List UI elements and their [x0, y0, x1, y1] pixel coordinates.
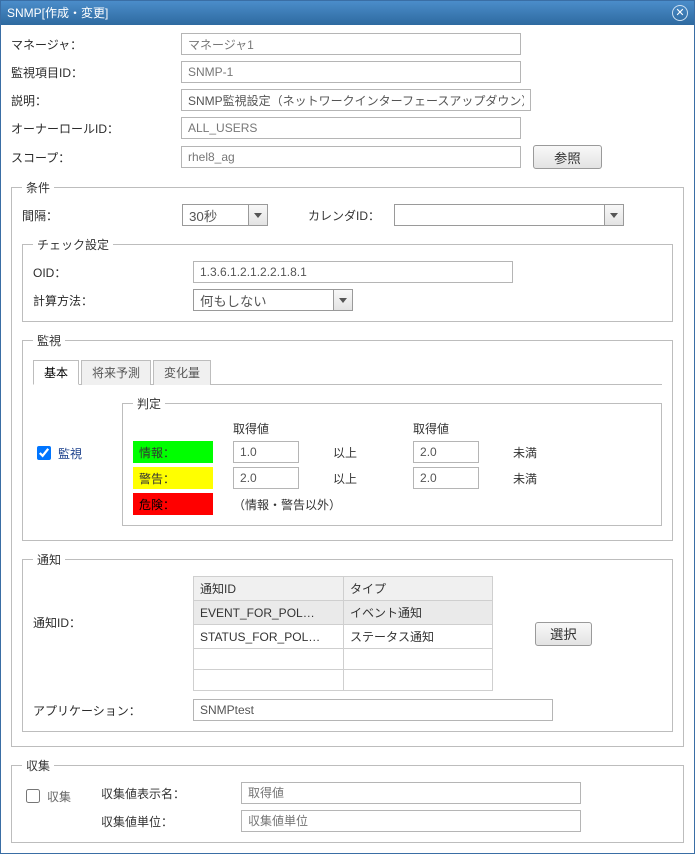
scope-field	[181, 146, 521, 168]
table-row[interactable]: STATUS_FOR_POL… ステータス通知	[194, 625, 493, 649]
interval-select[interactable]	[182, 204, 268, 226]
owner-role-field	[181, 117, 521, 139]
judge-legend: 判定	[133, 395, 165, 412]
table-row[interactable]	[194, 649, 493, 670]
conditions-legend: 条件	[22, 179, 54, 196]
calc-method-value[interactable]	[193, 289, 333, 311]
info-low-suffix: 以上	[333, 444, 393, 461]
snmp-dialog: SNMP[作成・変更] ✕ マネージャ： 監視項目ID： 説明： オーナーロール…	[0, 0, 695, 854]
warn-low-suffix: 以上	[333, 470, 393, 487]
danger-note: （情報・警告以外）	[233, 496, 573, 513]
warn-low-field[interactable]	[233, 467, 299, 489]
chevron-down-icon[interactable]	[333, 289, 353, 311]
monitor-legend: 監視	[33, 332, 65, 349]
collect-display-name-label: 収集値表示名：	[101, 785, 241, 802]
collect-enable-label: 収集	[47, 788, 71, 805]
description-field[interactable]	[181, 89, 531, 111]
scope-browse-button[interactable]: 参照	[533, 145, 602, 169]
scope-label: スコープ：	[11, 149, 181, 166]
collect-group: 収集 収集 収集値表示名： 収集値単位：	[11, 757, 684, 843]
collect-display-name-field[interactable]	[241, 782, 581, 804]
notify-row1-type: ステータス通知	[344, 625, 493, 649]
monitor-id-field	[181, 61, 521, 83]
application-field[interactable]	[193, 699, 553, 721]
judge-col2-header: 取得値	[413, 420, 493, 437]
conditions-group: 条件 間隔： カレンダID： チェック設定 OID：	[11, 179, 684, 747]
notify-row0-id: EVENT_FOR_POL…	[194, 601, 344, 625]
notify-table[interactable]: 通知ID タイプ EVENT_FOR_POL… イベント通知 STATUS_FO…	[193, 576, 493, 691]
judge-col1-header: 取得値	[233, 420, 313, 437]
close-icon[interactable]: ✕	[672, 5, 688, 21]
collect-enable-checkbox[interactable]: 収集	[22, 786, 71, 806]
table-row[interactable]: EVENT_FOR_POL… イベント通知	[194, 601, 493, 625]
notify-col-id[interactable]: 通知ID	[194, 577, 344, 601]
notify-select-button[interactable]: 選択	[535, 622, 592, 646]
dialog-body: マネージャ： 監視項目ID： 説明： オーナーロールID： スコープ： 参照 条…	[1, 25, 694, 853]
calc-method-select[interactable]	[193, 289, 353, 311]
description-label: 説明：	[11, 92, 181, 109]
collect-enable-input[interactable]	[26, 789, 40, 803]
manager-field	[181, 33, 521, 55]
level-danger-label: 危険：	[133, 493, 213, 515]
collect-unit-field[interactable]	[241, 810, 581, 832]
oid-label: OID：	[33, 264, 193, 281]
tab-forecast[interactable]: 将来予測	[81, 360, 151, 385]
level-info-label: 情報：	[133, 441, 213, 463]
titlebar: SNMP[作成・変更] ✕	[1, 1, 694, 25]
oid-field[interactable]	[193, 261, 513, 283]
collect-unit-label: 収集値単位：	[101, 813, 241, 830]
notify-legend: 通知	[33, 551, 65, 568]
notify-row1-id: STATUS_FOR_POL…	[194, 625, 344, 649]
tab-basic[interactable]: 基本	[33, 360, 79, 385]
info-high-field[interactable]	[413, 441, 479, 463]
window-title: SNMP[作成・変更]	[7, 1, 108, 25]
monitor-tabs: 基本 将来予測 変化量	[33, 359, 662, 385]
collect-legend: 収集	[22, 757, 54, 774]
warn-high-field[interactable]	[413, 467, 479, 489]
calendar-id-value[interactable]	[394, 204, 604, 226]
notify-id-label: 通知ID：	[33, 576, 193, 631]
monitor-enable-checkbox[interactable]: 監視	[33, 443, 82, 463]
notify-col-type[interactable]: タイプ	[344, 577, 493, 601]
interval-label: 間隔：	[22, 207, 182, 224]
monitor-group: 監視 基本 将来予測 変化量 監視 判定 取得値	[22, 332, 673, 541]
interval-value[interactable]	[182, 204, 248, 226]
owner-role-label: オーナーロールID：	[11, 120, 181, 137]
judge-group: 判定 取得値 取得値 情報： 以上 未満 警告：	[122, 395, 662, 526]
notify-row0-type: イベント通知	[344, 601, 493, 625]
calendar-id-label: カレンダID：	[308, 207, 380, 224]
manager-label: マネージャ：	[11, 36, 181, 53]
calc-method-label: 計算方法：	[33, 292, 193, 309]
table-row[interactable]	[194, 670, 493, 691]
check-legend: チェック設定	[33, 236, 113, 253]
tab-delta[interactable]: 変化量	[153, 360, 211, 385]
notify-group: 通知 通知ID： 通知ID タイプ EVENT_FOR_POL… イベント通知	[22, 551, 673, 732]
chevron-down-icon[interactable]	[604, 204, 624, 226]
warn-high-suffix: 未満	[513, 470, 573, 487]
check-group: チェック設定 OID： 計算方法：	[22, 236, 673, 322]
calendar-id-select[interactable]	[394, 204, 624, 226]
level-warn-label: 警告：	[133, 467, 213, 489]
monitor-enable-input[interactable]	[37, 446, 51, 460]
info-low-field[interactable]	[233, 441, 299, 463]
monitor-id-label: 監視項目ID：	[11, 64, 181, 81]
monitor-enable-label: 監視	[58, 445, 82, 462]
application-label: アプリケーション：	[33, 702, 193, 719]
info-high-suffix: 未満	[513, 444, 573, 461]
chevron-down-icon[interactable]	[248, 204, 268, 226]
